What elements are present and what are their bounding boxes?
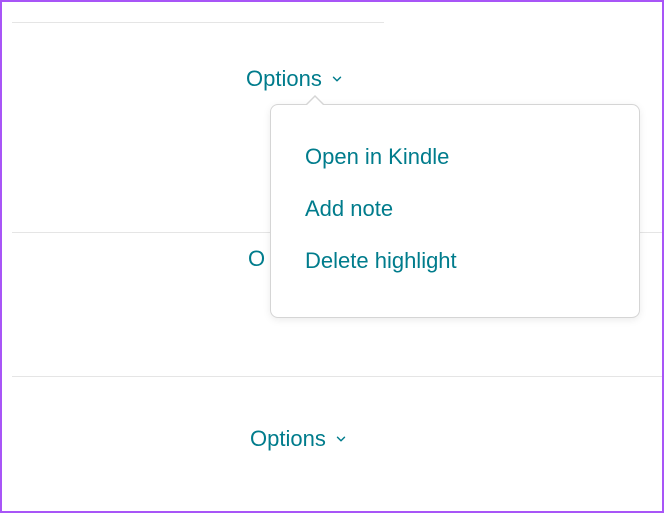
chevron-down-icon — [330, 72, 344, 86]
options-dropdown-trigger[interactable]: Options — [250, 426, 348, 452]
menu-item-open-kindle[interactable]: Open in Kindle — [271, 131, 639, 183]
options-label: Options — [246, 66, 322, 92]
options-label: Options — [250, 426, 326, 452]
section-divider — [12, 22, 384, 23]
menu-item-delete-highlight[interactable]: Delete highlight — [271, 235, 639, 287]
section-divider — [12, 376, 662, 377]
obscured-text: O — [248, 246, 265, 272]
chevron-down-icon — [334, 432, 348, 446]
menu-item-add-note[interactable]: Add note — [271, 183, 639, 235]
options-dropdown-trigger[interactable]: Options — [246, 66, 344, 92]
options-popover: Open in Kindle Add note Delete highlight — [270, 104, 640, 318]
